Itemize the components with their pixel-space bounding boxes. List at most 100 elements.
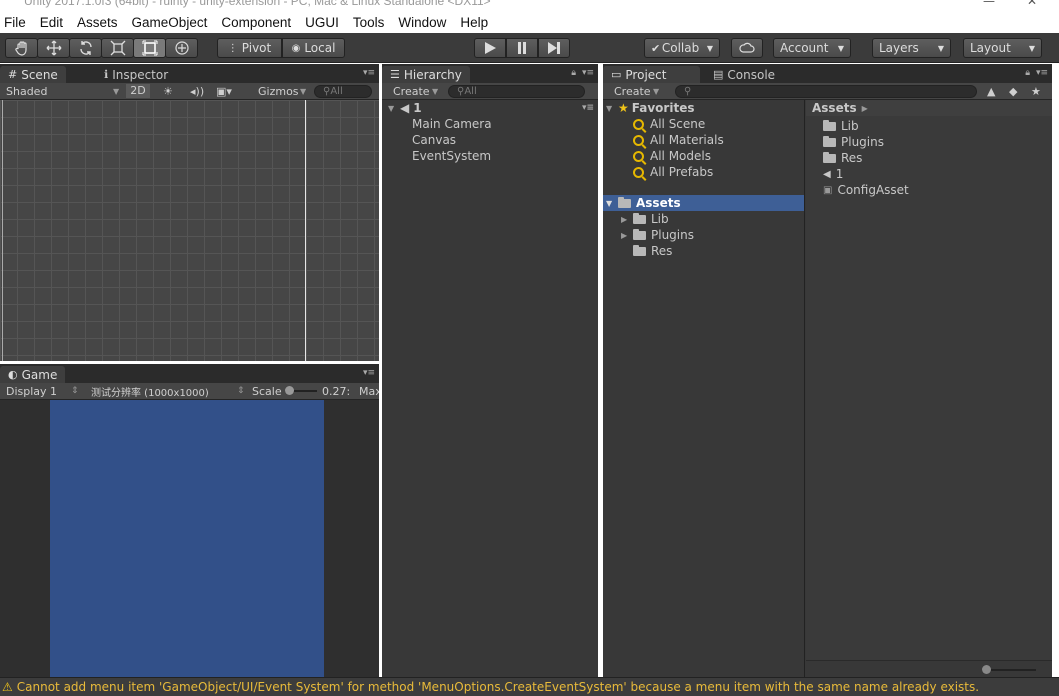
icon-size-slider-thumb[interactable] [982,665,991,674]
status-bar[interactable]: ⚠ Cannot add menu item 'GameObject/UI/Ev… [0,677,1059,696]
dropdown-arrow-icon: ▼ [653,86,660,96]
scene-viewport[interactable] [0,100,379,361]
project-create-dropdown[interactable]: Create [614,85,651,98]
shading-mode-dropdown[interactable]: Shaded [6,85,47,98]
audio-icon[interactable]: ◂)) [190,85,204,98]
asset-item-configasset[interactable]: ▣ ConfigAsset [806,182,1052,198]
project-search-input[interactable]: ⚲ [675,85,977,98]
rotate-tool-button[interactable] [69,38,102,58]
hierarchy-item[interactable]: Main Camera [382,116,598,132]
collapse-arrow-icon[interactable]: ▶ [621,215,633,224]
scene-menu-icon[interactable]: ▾≡ [582,103,594,113]
hierarchy-create-dropdown[interactable]: Create [393,85,430,98]
expand-arrow-icon[interactable]: ▼ [388,104,400,113]
favorite-label: All Models [650,149,711,163]
hand-tool-button[interactable] [5,38,38,58]
menu-component[interactable]: Component [214,15,298,30]
filter-by-label-icon[interactable]: ◆ [1009,85,1017,98]
favorites-header[interactable]: ▼ ★ Favorites [603,100,804,116]
assets-root[interactable]: ▼ Assets [603,195,804,211]
close-icon[interactable]: ✕ [1027,0,1037,8]
2d-toggle[interactable]: 2D [126,84,150,98]
chevron-right-icon: ▶ [861,103,868,113]
menu-assets[interactable]: Assets [70,15,125,30]
panel-menu-icon[interactable]: ▾≡ [582,68,594,78]
minimize-icon[interactable]: — [983,0,995,8]
tab-console[interactable]: ▤ Console [705,66,783,83]
tree-folder-plugins[interactable]: ▶ Plugins [603,227,804,243]
scale-tool-button[interactable] [101,38,134,58]
asset-item-plugins[interactable]: Plugins [806,134,1052,150]
panel-menu-icon[interactable]: ▾≡ [363,68,375,78]
display-dropdown[interactable]: Display 1 [6,385,57,398]
collab-dropdown[interactable]: ✔ Collab ▼ [644,38,720,58]
tab-project[interactable]: ▭ Project [603,66,700,83]
local-toggle[interactable]: ◉ Local [282,38,345,58]
favorite-item-all-scene[interactable]: All Scene [603,116,804,132]
tree-folder-res[interactable]: Res [603,243,804,259]
pause-button[interactable] [506,38,538,58]
menu-help[interactable]: Help [453,15,495,30]
rect-tool-button[interactable] [133,38,166,58]
game-viewport[interactable] [50,400,324,677]
pivot-toggle[interactable]: ⋮ Pivot [217,38,282,58]
play-button[interactable] [474,38,506,58]
favorite-item-all-models[interactable]: All Models [603,148,804,164]
favorite-item-all-prefabs[interactable]: All Prefabs [603,164,804,180]
effects-icon[interactable]: ▣▾ [216,85,232,98]
tab-scene-label: Scene [21,67,58,82]
tab-game[interactable]: ◐ Game [0,366,66,383]
collapse-arrow-icon[interactable]: ▶ [621,231,633,240]
transform-tool-button[interactable] [165,38,198,58]
tab-scene[interactable]: # Scene [0,66,66,83]
lock-icon[interactable]: 🔒︎ [571,68,576,78]
favorite-label: All Scene [650,117,706,131]
resolution-dropdown[interactable]: 测试分辨率 (1000x1000) [91,384,209,399]
maximize-on-play-toggle[interactable]: Max [359,385,379,398]
step-button[interactable] [538,38,570,58]
folder-icon [618,196,631,208]
layers-dropdown[interactable]: Layers ▼ [872,38,951,58]
lighting-icon[interactable]: ☀ [163,85,173,98]
project-panel: ▭ Project ▤ Console 🔒︎ ▾≡ Create ▼ ⚲ ▲ ◆… [603,64,1052,677]
gizmos-dropdown[interactable]: Gizmos [258,85,299,98]
scene-search-input[interactable]: ⚲All [314,85,372,98]
breadcrumb-assets[interactable]: Assets [812,101,857,115]
hierarchy-tab-row: ☰ Hierarchy 🔒︎ ▾≡ [382,64,598,83]
expand-arrow-icon[interactable]: ▼ [606,104,618,113]
panel-menu-icon[interactable]: ▾≡ [363,368,375,378]
menu-window[interactable]: Window [391,15,453,30]
hierarchy-search-input[interactable]: ⚲All [448,85,585,98]
asset-item-scene[interactable]: ◀︎ 1 [806,166,1052,182]
tab-inspector[interactable]: ℹ Inspector [96,66,176,83]
hierarchy-item[interactable]: EventSystem [382,148,598,164]
menu-edit[interactable]: Edit [33,15,70,30]
menu-gameobject[interactable]: GameObject [125,15,215,30]
asset-item-lib[interactable]: Lib [806,118,1052,134]
expand-arrow-icon[interactable]: ▼ [606,199,618,208]
tab-hierarchy[interactable]: ☰ Hierarchy [382,66,470,83]
tree-folder-lib[interactable]: ▶ Lib [603,211,804,227]
move-tool-button[interactable] [37,38,70,58]
favorite-star-icon[interactable]: ★ [1031,85,1041,98]
lock-icon[interactable]: 🔒︎ [1025,68,1030,78]
layout-dropdown[interactable]: Layout ▼ [963,38,1042,58]
hierarchy-item[interactable]: Canvas [382,132,598,148]
favorites-label: Favorites [631,101,695,115]
filter-by-type-icon[interactable]: ▲ [987,85,995,98]
favorite-item-all-materials[interactable]: All Materials [603,132,804,148]
account-dropdown[interactable]: Account ▼ [773,38,851,58]
menu-tools[interactable]: Tools [346,15,392,30]
project-breadcrumb[interactable]: Assets ▶ [806,100,1052,116]
scale-slider-thumb[interactable] [285,386,294,395]
scene-root[interactable]: ▼ ◀︎ 1 ▾≡ [382,100,598,116]
asset-label: Res [841,151,863,165]
cloud-button[interactable] [731,38,763,58]
dropdown-arrow-icon: ▼ [113,86,120,96]
asset-item-res[interactable]: Res [806,150,1052,166]
panel-menu-icon[interactable]: ▾≡ [1036,68,1048,78]
menu-ugui[interactable]: UGUI [298,15,346,30]
dropdown-arrow-icon: ▼ [300,86,307,96]
pause-icon [518,42,526,54]
menu-file[interactable]: File [0,15,33,30]
